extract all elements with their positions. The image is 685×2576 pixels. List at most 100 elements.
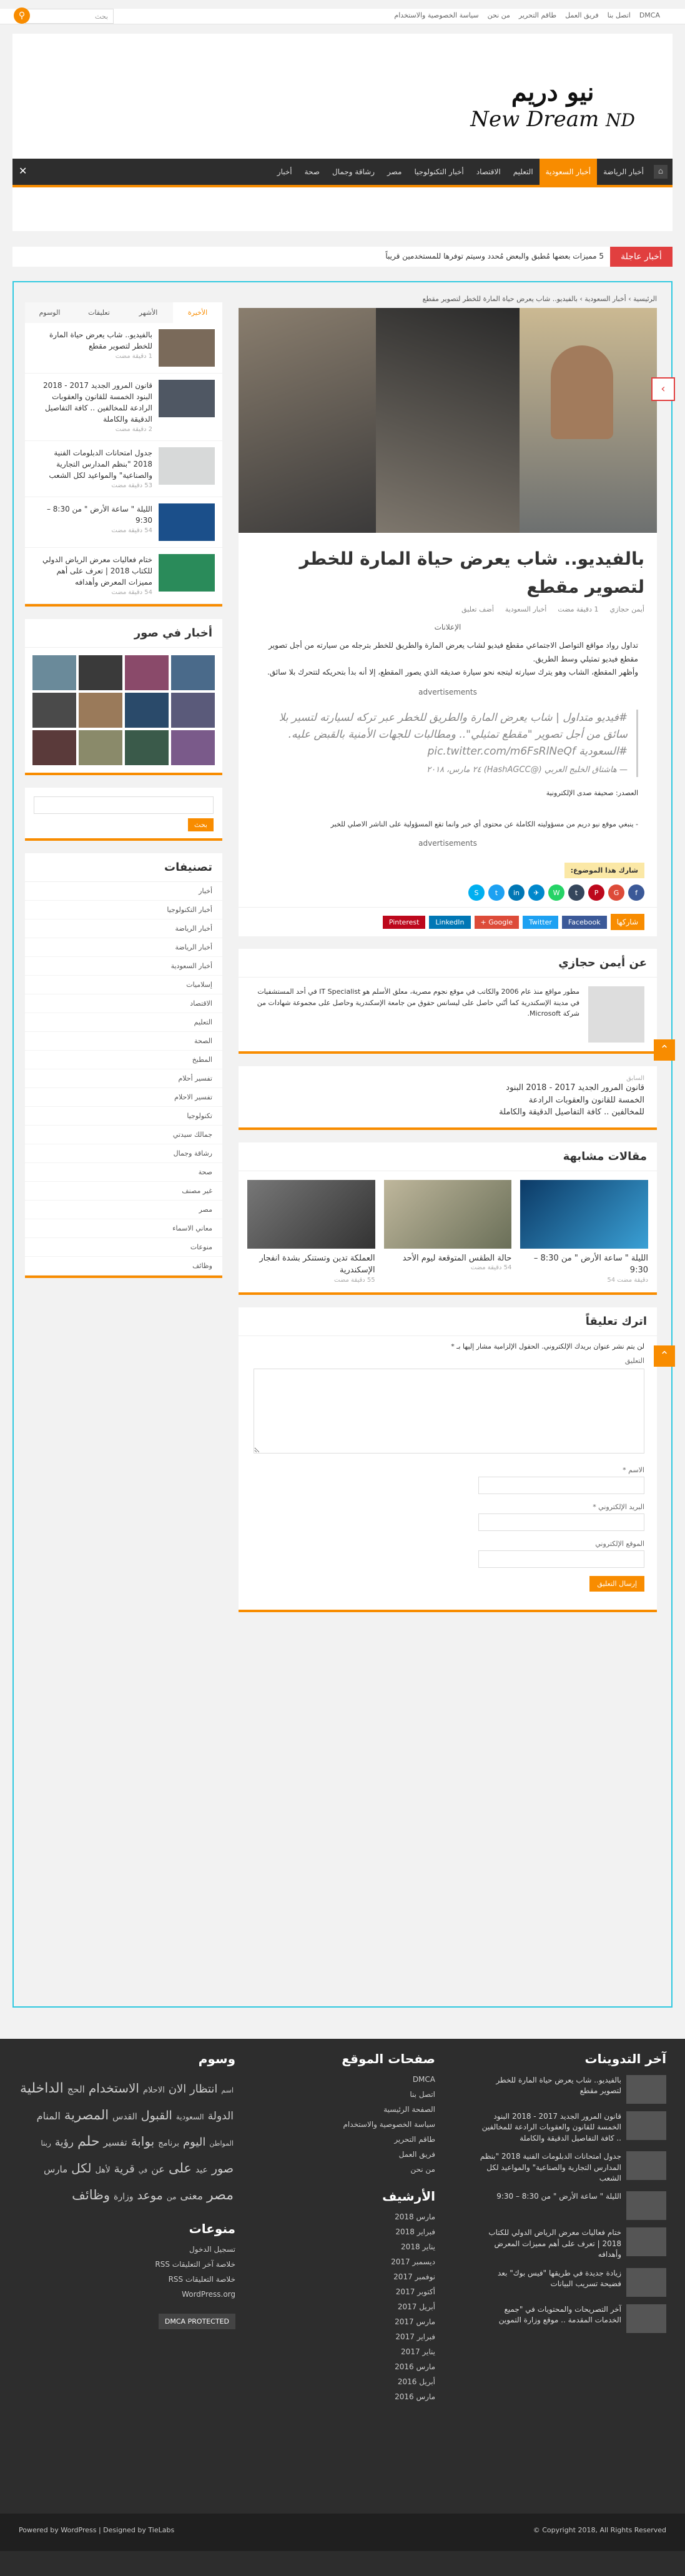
list-item[interactable]: بالفيديو.. شاب يعرض حياة المارة للخطر لت… [25, 323, 222, 374]
sidebar-search-button[interactable]: بحث [188, 818, 214, 831]
footer-latest-item[interactable]: ختام فعاليات معرض الرياض الدولي للكتاب 2… [479, 2227, 666, 2260]
footer-tag-link[interactable]: على [169, 2157, 192, 2181]
footer-tag-link[interactable]: عن [151, 2161, 165, 2179]
nav-item-tech[interactable]: أخبار التكنولوجيا [408, 159, 470, 185]
pinterest-icon[interactable]: P [588, 884, 604, 901]
footer-tag-link[interactable]: صور [212, 2158, 234, 2179]
category-link[interactable]: تفسير الاحلام [25, 1088, 222, 1107]
google-plus-icon[interactable]: G [608, 884, 624, 901]
category-link[interactable]: معاني الاسماء [25, 1219, 222, 1238]
footer-tag-link[interactable]: لأهل [95, 2163, 110, 2177]
share-twitter-button[interactable]: Twitter [523, 915, 558, 929]
category-link[interactable]: رشاقة وجمال [25, 1144, 222, 1163]
submit-comment-button[interactable]: إرسال التعليق [589, 1575, 644, 1592]
category-link[interactable]: التعليم [25, 1013, 222, 1032]
list-item[interactable]: الليلة " ساعة الأرض " من 8:30 – 9:30 54 د… [25, 497, 222, 548]
category-link[interactable]: منوعات [25, 1238, 222, 1257]
footer-archive-link[interactable]: فبراير 2017 [285, 2332, 435, 2341]
footer-latest-item[interactable]: آخر التصريحات والمحتويات في "جميع الخدما… [479, 2304, 666, 2333]
footer-archive-link[interactable]: مارس 2018 [285, 2212, 435, 2221]
category-link[interactable]: صحة [25, 1163, 222, 1182]
breadcrumb-category[interactable]: أخبار السعودية [584, 295, 626, 303]
footer-latest-item[interactable]: زيادة جديدة في طريقها "فيس بوك" بعد فضيح… [479, 2267, 666, 2297]
gallery-image[interactable] [171, 693, 215, 728]
footer-page-link[interactable]: DMCA [285, 2075, 435, 2084]
footer-tag-link[interactable]: المنام [37, 2108, 61, 2126]
footer-archive-link[interactable]: أكتوبر 2017 [285, 2287, 435, 2296]
share-google-button[interactable]: Google + [474, 915, 520, 929]
comment-textarea[interactable] [254, 1368, 644, 1454]
sidebar-search-input[interactable] [34, 796, 214, 814]
whatsapp-icon[interactable]: W [548, 884, 564, 901]
gallery-image[interactable] [32, 730, 76, 765]
top-link-contact[interactable]: اتصل بنا [608, 11, 631, 19]
footer-tag-link[interactable]: القبول [141, 2105, 172, 2126]
footer-tag-link[interactable]: لكل [71, 2157, 91, 2179]
footer-tag-link[interactable]: الحج [67, 2081, 85, 2098]
nav-item-news[interactable]: أخبار [271, 159, 298, 185]
search-icon[interactable]: ⚲ [14, 7, 30, 24]
footer-misc-link[interactable]: خلاصة التعليقات RSS [17, 2275, 235, 2284]
gallery-image[interactable] [79, 655, 122, 690]
footer-tag-link[interactable]: اليوم [183, 2133, 205, 2152]
footer-tag-link[interactable]: موعد [137, 2185, 163, 2206]
category-link[interactable]: جمالك سيدتي [25, 1126, 222, 1144]
skype-icon[interactable]: S [468, 884, 485, 901]
nav-item-education[interactable]: التعليم [507, 159, 540, 185]
footer-tag-link[interactable]: الاستخدام [89, 2077, 139, 2099]
list-item[interactable]: جدول امتحانات الدبلومات الفنية 2018 "بنظ… [25, 441, 222, 497]
share-linkedin-button[interactable]: LinkedIn [429, 915, 471, 929]
footer-archive-link[interactable]: يناير 2017 [285, 2347, 435, 2356]
home-icon[interactable]: ⌂ [654, 165, 668, 179]
gallery-image[interactable] [125, 693, 169, 728]
footer-tag-link[interactable]: عيد [195, 2162, 208, 2178]
embedded-tweet[interactable]: #فيديو متداول | شاب يعرض المارة والطريق … [257, 709, 638, 777]
tab-comments[interactable]: تعليقات [74, 302, 124, 323]
post-category[interactable]: أخبار السعودية [505, 605, 546, 613]
gallery-image[interactable] [125, 730, 169, 765]
share-facebook-button[interactable]: Facebook [561, 915, 607, 929]
related-item[interactable]: حالة الطقس المتوقعة ليوم الأحد 54 دقيقة … [383, 1179, 512, 1284]
gallery-image[interactable] [125, 655, 169, 690]
top-link-editors[interactable]: طاقم التحرير [519, 11, 556, 19]
nav-item-fitness[interactable]: رشاقة وجمال [326, 159, 381, 185]
gallery-image[interactable] [79, 693, 122, 728]
gallery-image[interactable] [171, 655, 215, 690]
footer-page-link[interactable]: من نحن [285, 2165, 435, 2174]
footer-tag-link[interactable]: قرية [114, 2159, 135, 2179]
footer-tag-link[interactable]: ربنا [41, 2137, 51, 2151]
gallery-image[interactable] [171, 730, 215, 765]
footer-archive-link[interactable]: أبريل 2017 [285, 2302, 435, 2311]
website-field[interactable] [478, 1550, 644, 1568]
linkedin-icon[interactable]: in [508, 884, 525, 901]
footer-latest-item[interactable]: بالفيديو.. شاب يعرض حياة المارة للخطر لت… [479, 2075, 666, 2104]
tab-recent[interactable]: الأخيرة [173, 302, 222, 323]
footer-tag-link[interactable]: معنى [180, 2187, 203, 2206]
footer-tag-link[interactable]: الداخلية [20, 2076, 64, 2101]
footer-latest-item[interactable]: جدول امتحانات الدبلومات الفنية 2018 "بنظ… [479, 2151, 666, 2184]
gallery-image[interactable] [79, 730, 122, 765]
gallery-image[interactable] [32, 693, 76, 728]
footer-tag-link[interactable]: السعودية [176, 2111, 204, 2124]
scroll-arrow-icon[interactable]: › [651, 377, 675, 401]
footer-tag-link[interactable]: مصر [207, 2183, 234, 2208]
footer-tag-link[interactable]: وزارة [114, 2189, 134, 2205]
category-link[interactable]: أخبار [25, 882, 222, 901]
footer-tag-link[interactable]: وظائف [72, 2184, 110, 2207]
top-link-about[interactable]: من نحن [488, 11, 510, 19]
footer-archive-link[interactable]: مارس 2016 [285, 2362, 435, 2371]
category-link[interactable]: مصر [25, 1201, 222, 1219]
footer-tag-link[interactable]: انتظار الان [169, 2079, 218, 2099]
footer-tag-link[interactable]: حلم [77, 2129, 100, 2154]
footer-misc-link[interactable]: خلاصة آخر التعليقات RSS [17, 2260, 235, 2269]
footer-tag-link[interactable]: الدولة [208, 2107, 234, 2126]
top-link-team[interactable]: فريق العمل [565, 11, 598, 19]
footer-tag-link[interactable]: تفسير [104, 2134, 127, 2151]
nav-item-sports[interactable]: أخبار الرياضة [597, 159, 650, 185]
twitter-icon[interactable]: t [488, 884, 505, 901]
post-comments[interactable]: أضف تعليق [461, 605, 494, 613]
gallery-image[interactable] [32, 655, 76, 690]
footer-tag-link[interactable]: بوابة [131, 2130, 155, 2152]
footer-archive-link[interactable]: يناير 2018 [285, 2242, 435, 2251]
nav-item-egypt[interactable]: مصر [381, 159, 408, 185]
